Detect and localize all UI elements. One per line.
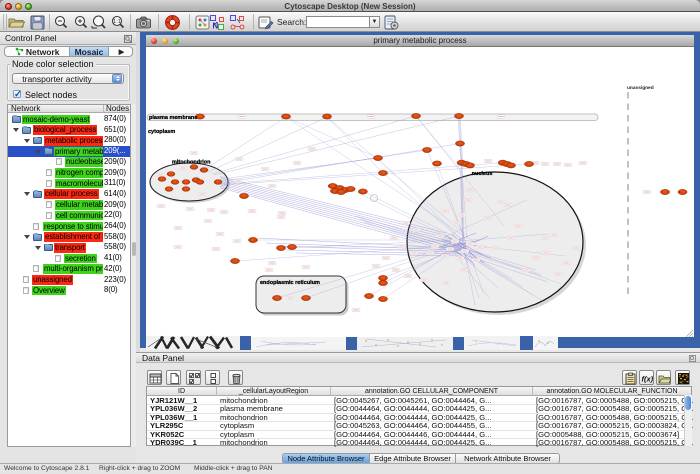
svg-text:mitochondrion: mitochondrion: [172, 160, 211, 166]
svg-text:unassigned: unassigned: [627, 85, 654, 91]
svg-text:endoplasmic reticulum: endoplasmic reticulum: [260, 280, 320, 286]
svg-text:f(x): f(x): [642, 375, 654, 384]
svg-text:N: N: [213, 22, 219, 31]
svg-text:nucleus: nucleus: [472, 171, 493, 177]
svg-text:cytoplasm: cytoplasm: [148, 129, 175, 135]
svg-text:1:1: 1:1: [113, 19, 121, 25]
svg-text:plasma membrane: plasma membrane: [149, 115, 197, 121]
